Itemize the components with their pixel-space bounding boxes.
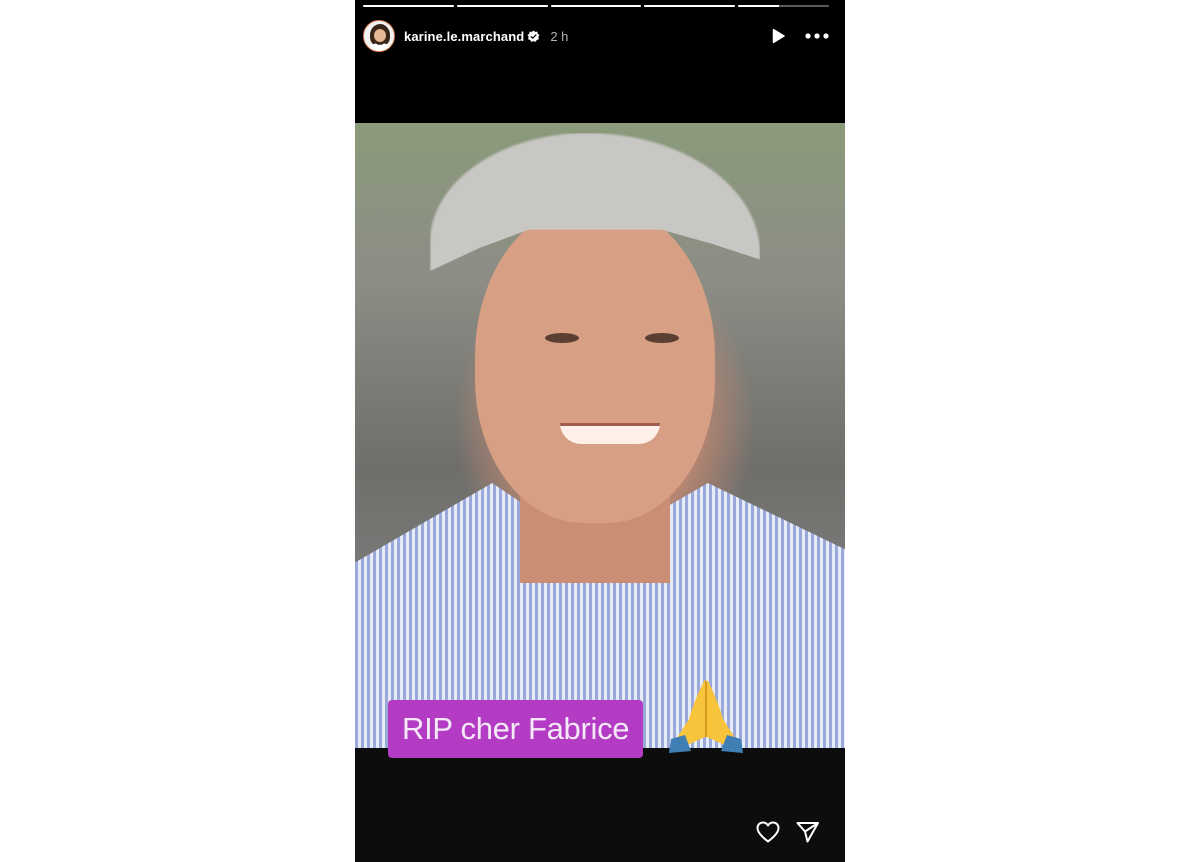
left-eye (545, 333, 579, 343)
praying-hands-emoji (669, 679, 743, 753)
progress-segment (456, 5, 548, 7)
progress-segment-current (738, 5, 829, 7)
verified-badge-icon (527, 30, 540, 42)
story-footer (355, 748, 845, 862)
heart-icon (756, 821, 780, 843)
more-icon (805, 33, 829, 39)
profile-avatar[interactable] (363, 20, 395, 52)
share-button[interactable] (795, 820, 821, 844)
progress-segment (363, 5, 454, 7)
send-icon (796, 822, 819, 843)
story-photo (355, 123, 845, 748)
progress-segment (644, 5, 736, 7)
play-button[interactable] (769, 27, 787, 45)
like-button[interactable] (755, 820, 781, 844)
post-time: 2 h (550, 28, 569, 44)
story-caption-sticker: RIP cher Fabrice (388, 700, 644, 758)
more-options-button[interactable] (805, 31, 829, 41)
play-icon (772, 28, 785, 44)
story-header: karine.le.marchand 2 h (363, 20, 829, 52)
story-progress-bar (363, 5, 829, 8)
story-viewer: karine.le.marchand 2 h RIP cher Fabrice (355, 0, 845, 862)
face (475, 203, 715, 523)
right-eye (645, 333, 679, 343)
progress-segment (550, 5, 642, 7)
smile (560, 423, 660, 444)
username-link[interactable]: karine.le.marchand (404, 29, 524, 44)
